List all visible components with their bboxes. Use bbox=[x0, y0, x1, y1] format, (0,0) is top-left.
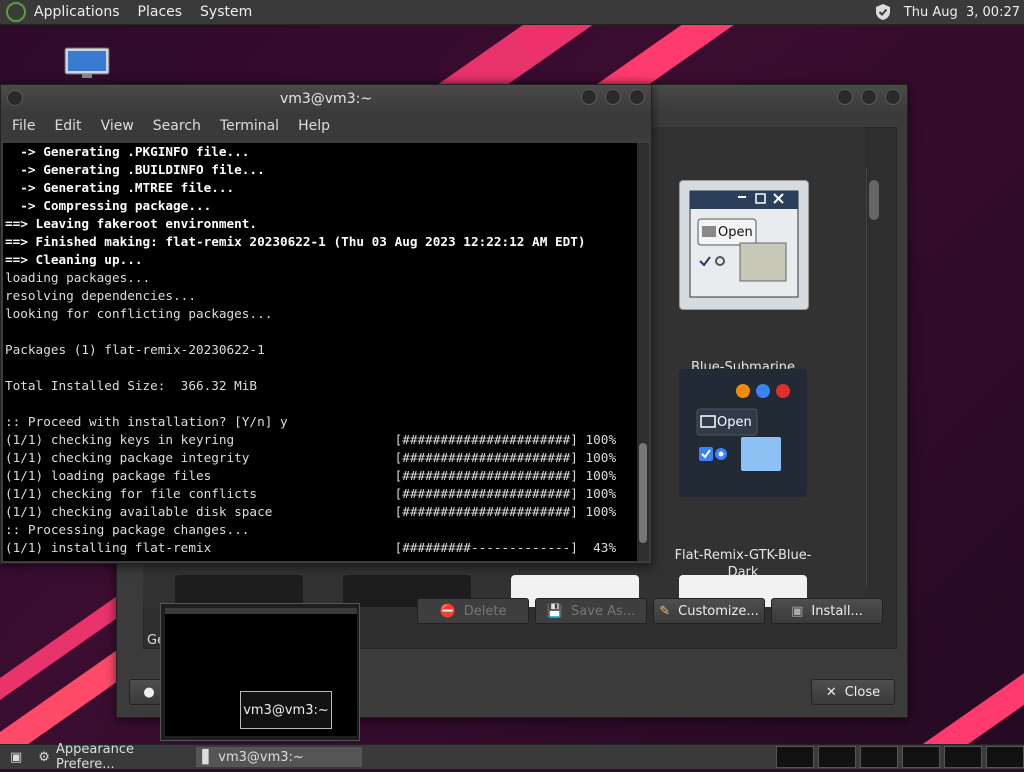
delete-button[interactable]: ⛔ Delete bbox=[417, 598, 529, 624]
theme-list-scrollbar[interactable] bbox=[866, 168, 881, 588]
terminal-title: vm3@vm3:~ bbox=[279, 91, 373, 107]
terminal-line: Total Installed Size: 366.32 MiB bbox=[5, 378, 258, 393]
minimize-button[interactable] bbox=[581, 89, 597, 105]
terminal-line: :: Proceed with installation? [Y/n] y bbox=[5, 414, 288, 429]
flat-remix-preview-icon bbox=[696, 384, 790, 471]
blue-submarine-preview-icon bbox=[689, 190, 799, 298]
customize-button-label: Customize... bbox=[678, 603, 759, 619]
terminal-line: ==> Leaving fakeroot environment. bbox=[5, 216, 258, 231]
app-menu-logo-icon[interactable] bbox=[6, 2, 26, 22]
taskbar-item-appearance[interactable]: ⚙ Appearance Prefere... bbox=[32, 742, 192, 772]
menu-places[interactable]: Places bbox=[138, 4, 183, 20]
terminal-line: -> Generating .MTREE file... bbox=[5, 180, 235, 195]
theme-thumbnail-flat-remix[interactable]: Open bbox=[679, 369, 807, 497]
wallpaper-stripe bbox=[900, 587, 1024, 768]
terminal-window: vm3@vm3:~ File Edit View Search Terminal… bbox=[0, 84, 652, 564]
menu-edit[interactable]: Edit bbox=[54, 118, 81, 134]
terminal-output[interactable]: -> Generating .PKGINFO file... -> Genera… bbox=[3, 143, 637, 561]
terminal-line: (1/1) loading package files [###########… bbox=[5, 468, 617, 483]
menu-applications[interactable]: Applications bbox=[34, 4, 120, 20]
top-menu: Applications Places System bbox=[6, 2, 270, 22]
terminal-line: (1/1) checking package integrity [######… bbox=[5, 450, 617, 465]
top-panel-right: Thu Aug 3, 00:27 bbox=[874, 3, 1024, 21]
install-icon: ▣ bbox=[791, 603, 804, 619]
window-menu-button[interactable] bbox=[7, 90, 23, 106]
customize-icon: ✎ bbox=[659, 603, 671, 619]
show-desktop-button[interactable]: ▣ bbox=[4, 747, 28, 767]
terminal-line: (1/1) installing flat-remix [#########--… bbox=[5, 540, 617, 555]
terminal-line: -> Generating .PKGINFO file... bbox=[5, 144, 250, 159]
computer-desktop-icon[interactable] bbox=[62, 46, 112, 80]
theme-thumbnail-blue-submarine[interactable]: Open bbox=[679, 180, 809, 310]
delete-button-label: Delete bbox=[463, 603, 507, 619]
minimize-button[interactable] bbox=[837, 89, 853, 105]
appearance-task-icon: ⚙ bbox=[38, 749, 50, 765]
taskbar-item-label: vm3@vm3:~ bbox=[218, 749, 304, 765]
terminal-line: looking for conflicting packages... bbox=[5, 306, 273, 321]
menu-file[interactable]: File bbox=[12, 118, 35, 134]
terminal-text: -> Generating .PKGINFO file... -> Genera… bbox=[3, 143, 637, 557]
terminal-titlebar[interactable]: vm3@vm3:~ bbox=[1, 85, 651, 113]
terminal-line: (1/1) checking available disk space [###… bbox=[5, 504, 617, 519]
scrollbar-thumb[interactable] bbox=[869, 180, 879, 220]
menu-system[interactable]: System bbox=[200, 4, 252, 20]
install-button-label: Install... bbox=[811, 603, 863, 619]
terminal-task-icon: ▋ bbox=[202, 749, 213, 765]
system-monitor-graphs[interactable] bbox=[772, 746, 1024, 768]
clock[interactable]: Thu Aug 3, 00:27 bbox=[904, 5, 1020, 20]
load-graph bbox=[944, 746, 982, 768]
terminal-scrollbar[interactable] bbox=[637, 143, 649, 561]
preview-titlebar bbox=[165, 608, 357, 614]
terminal-menubar: File Edit View Search Terminal Help bbox=[1, 113, 651, 139]
terminal-line: ==> Finished making: flat-remix 20230622… bbox=[5, 234, 586, 249]
maximize-button[interactable] bbox=[861, 89, 877, 105]
close-window-button[interactable] bbox=[885, 89, 901, 105]
menu-terminal[interactable]: Terminal bbox=[220, 118, 279, 134]
menu-view[interactable]: View bbox=[101, 118, 134, 134]
swap-graph bbox=[902, 746, 940, 768]
menu-search[interactable]: Search bbox=[153, 118, 201, 134]
top-panel: Applications Places System Thu Aug 3, 00… bbox=[0, 0, 1024, 25]
terminal-line: -> Compressing package... bbox=[5, 198, 212, 213]
show-desktop-icon: ▣ bbox=[10, 749, 23, 765]
help-icon: ● bbox=[143, 684, 155, 700]
terminal-line: resolving dependencies... bbox=[5, 288, 196, 303]
window-preview-tooltip: vm3@vm3:~ bbox=[240, 691, 332, 729]
install-button[interactable]: ▣ Install... bbox=[771, 598, 883, 624]
terminal-line: ==> Cleaning up... bbox=[5, 252, 143, 267]
blue-submarine-open-label: Open bbox=[718, 225, 753, 240]
terminal-line: Packages (1) flat-remix-20230622-1 bbox=[5, 342, 265, 357]
bottom-taskbar: ▣ ⚙ Appearance Prefere... ▋ vm3@vm3:~ bbox=[0, 742, 1024, 772]
flat-remix-open-label: Open bbox=[717, 415, 752, 430]
terminal-line: :: Processing package changes... bbox=[5, 522, 250, 537]
window-controls bbox=[829, 89, 901, 105]
save-as-button[interactable]: 💾 Save As... bbox=[535, 598, 647, 624]
save-icon: 💾 bbox=[546, 603, 564, 619]
shield-icon[interactable] bbox=[874, 3, 892, 21]
close-button-label: Close bbox=[844, 684, 881, 700]
terminal-line: (1/1) checking for file conflicts [#####… bbox=[5, 486, 617, 501]
delete-icon: ⛔ bbox=[439, 603, 456, 619]
window-controls bbox=[573, 89, 645, 105]
menu-help[interactable]: Help bbox=[298, 118, 330, 134]
close-window-button[interactable] bbox=[629, 89, 645, 105]
customize-button[interactable]: ✎ Customize... bbox=[653, 598, 765, 624]
close-icon: ✕ bbox=[825, 684, 837, 700]
memory-graph bbox=[818, 746, 856, 768]
network-graph bbox=[860, 746, 898, 768]
maximize-button[interactable] bbox=[605, 89, 621, 105]
save-as-button-label: Save As... bbox=[571, 603, 636, 619]
disk-graph bbox=[986, 746, 1024, 768]
terminal-line: (1/1) checking keys in keyring [########… bbox=[5, 432, 617, 447]
cpu-graph bbox=[776, 746, 814, 768]
scrollbar-thumb[interactable] bbox=[639, 443, 647, 543]
close-button[interactable]: ✕ Close bbox=[811, 679, 895, 705]
taskbar-item-terminal[interactable]: ▋ vm3@vm3:~ bbox=[196, 747, 363, 767]
terminal-line: loading packages... bbox=[5, 270, 151, 285]
terminal-line: -> Generating .BUILDINFO file... bbox=[5, 162, 265, 177]
